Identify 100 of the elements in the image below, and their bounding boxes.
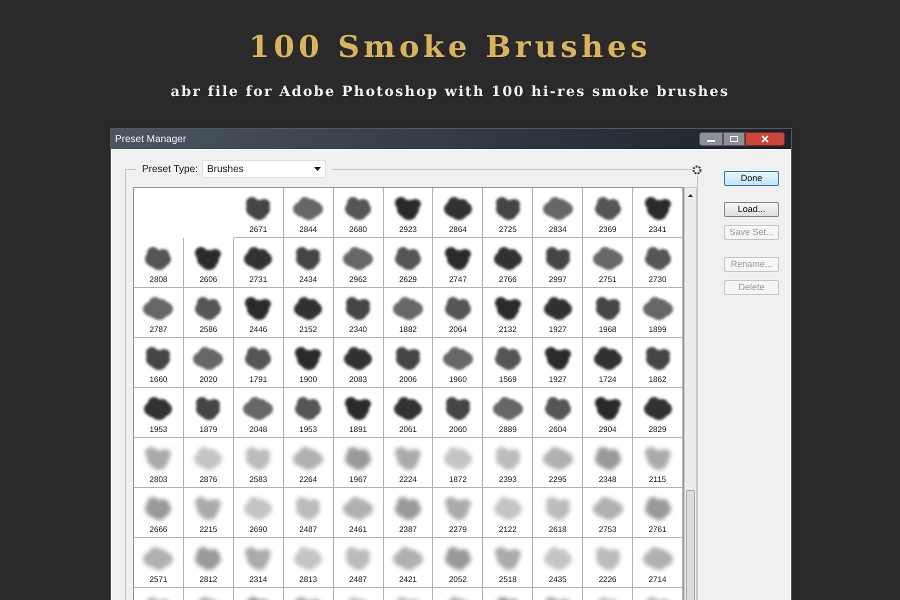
brush-preset[interactable]: 2671 (234, 188, 284, 238)
minimize-icon[interactable] (699, 132, 723, 146)
brush-preset[interactable]: 1891 (334, 388, 384, 438)
brush-preset[interactable]: 2761 (633, 488, 683, 538)
brush-preset[interactable]: 2446 (234, 288, 284, 338)
brush-preset[interactable]: 2048 (234, 388, 284, 438)
brush-preset[interactable]: 2152 (284, 288, 334, 338)
close-icon[interactable] (745, 132, 785, 146)
brush-preset[interactable]: 2766 (483, 238, 534, 288)
brush-preset[interactable]: 2487 (284, 488, 334, 538)
brush-preset[interactable]: 2586 (184, 288, 234, 338)
brush-preset[interactable]: 2997 (533, 238, 584, 288)
brush-preset[interactable]: 2751 (583, 238, 634, 288)
brush-preset[interactable]: 2844 (284, 188, 334, 238)
brush-preset[interactable]: 2115 (633, 438, 683, 488)
brush-preset[interactable]: 2052 (433, 538, 484, 588)
brush-preset[interactable]: 2387 (384, 488, 434, 538)
brush-preset[interactable]: 1569 (483, 338, 534, 388)
brush-preset[interactable]: 2421 (384, 538, 434, 588)
brush-size-label: 2446 (249, 325, 268, 335)
brush-preset[interactable]: 2747 (433, 238, 484, 288)
scroll-up-icon[interactable] (688, 194, 693, 197)
brush-preset[interactable]: 2829 (633, 388, 683, 438)
brush-preset[interactable]: 2680 (334, 188, 384, 238)
brush-preset[interactable]: 2369 (583, 188, 634, 238)
brush-preset[interactable]: 2864 (433, 188, 484, 238)
brush-preset[interactable]: 2730 (633, 238, 683, 288)
brush-preset[interactable]: 2224 (384, 438, 434, 488)
brush-preset[interactable]: 2340 (334, 288, 384, 338)
dialog-button[interactable]: Done (724, 171, 779, 186)
brush-preset[interactable]: 1953 (284, 388, 334, 438)
brush-preset[interactable]: 2923 (384, 188, 434, 238)
preset-type-select[interactable]: Brushes (202, 160, 326, 178)
brush-preset[interactable]: 2264 (284, 438, 334, 488)
brush-preset[interactable]: 1900 (284, 338, 334, 388)
brush-preset[interactable]: 2064 (433, 288, 484, 338)
brush-size-label: 2060 (448, 425, 467, 435)
maximize-icon[interactable] (723, 132, 745, 146)
dialog-button[interactable]: Load... (724, 202, 779, 217)
brush-preset[interactable]: 1872 (433, 438, 484, 488)
brush-preset[interactable]: 1953 (134, 388, 184, 438)
brush-preset[interactable]: 2962 (334, 238, 384, 288)
brush-preset[interactable]: 2604 (533, 388, 584, 438)
brush-preset[interactable]: 2020 (184, 338, 234, 388)
brush-preset[interactable]: 2787 (134, 288, 184, 338)
brush-preset[interactable]: 2813 (284, 538, 334, 588)
gear-icon[interactable] (691, 164, 703, 176)
brush-preset[interactable]: 2215 (184, 488, 234, 538)
brush-preset[interactable]: 2132 (483, 288, 534, 338)
brush-preset[interactable]: 2393 (483, 438, 534, 488)
brush-preset[interactable]: 2583 (234, 438, 284, 488)
scroll-thumb[interactable] (686, 490, 695, 600)
brush-preset[interactable]: 2461 (334, 488, 384, 538)
brush-preset[interactable]: 2812 (184, 538, 234, 588)
brush-preset[interactable]: 2618 (533, 488, 584, 538)
brush-preset[interactable]: 2876 (184, 438, 234, 488)
brush-preset[interactable]: 2487 (334, 538, 384, 588)
brush-preset[interactable]: 1879 (184, 388, 234, 438)
brush-preset[interactable]: 2295 (533, 438, 584, 488)
brush-preset[interactable]: 1968 (583, 288, 634, 338)
brush-preset[interactable]: 2629 (384, 238, 434, 288)
brush-preset[interactable]: 1882 (384, 288, 434, 338)
brush-preset[interactable]: 2083 (334, 338, 384, 388)
brush-preset[interactable]: 2666 (134, 488, 184, 538)
brush-preset[interactable]: 2435 (533, 538, 584, 588)
brush-preset[interactable]: 1967 (334, 438, 384, 488)
brush-preset[interactable]: 1960 (433, 338, 484, 388)
brush-preset[interactable]: 2803 (134, 438, 184, 488)
brush-preset[interactable]: 2904 (583, 388, 634, 438)
brush-preset[interactable]: 2753 (583, 488, 634, 538)
brush-preset[interactable]: 1899 (633, 288, 683, 338)
scrollbar[interactable] (684, 187, 697, 600)
brush-preset[interactable]: 2279 (433, 488, 484, 538)
brush-preset[interactable]: 2060 (433, 388, 484, 438)
brush-preset[interactable]: 2725 (483, 188, 534, 238)
brush-preset[interactable]: 1927 (533, 288, 584, 338)
brush-preset[interactable]: 2122 (483, 488, 534, 538)
brush-preset[interactable]: 2348 (583, 438, 634, 488)
brush-preset[interactable]: 2341 (633, 188, 683, 238)
brush-preset[interactable]: 2314 (234, 538, 284, 588)
brush-preset[interactable]: 1791 (234, 338, 284, 388)
brush-size-label: 1724 (598, 375, 616, 385)
brush-preset[interactable]: 2571 (134, 538, 184, 588)
brush-preset[interactable]: 1660 (134, 338, 184, 388)
brush-preset[interactable]: 2889 (483, 388, 534, 438)
brush-preset[interactable]: 2226 (583, 538, 634, 588)
brush-preset[interactable]: 2690 (234, 488, 284, 538)
brush-preset[interactable]: 2061 (384, 388, 434, 438)
brush-preset[interactable]: 2808 (134, 238, 184, 288)
brush-preset[interactable]: 2834 (533, 188, 584, 238)
brush-preset[interactable]: 2434 (284, 238, 334, 288)
brush-preset[interactable]: 2006 (384, 338, 434, 388)
brush-preset[interactable]: 1862 (633, 338, 683, 388)
brush-preset[interactable]: 1724 (583, 338, 634, 388)
brush-preset[interactable]: 2606 (184, 238, 234, 288)
brush-size-label: 1967 (349, 475, 367, 485)
brush-preset[interactable]: 2731 (234, 238, 284, 288)
brush-preset[interactable]: 2518 (483, 538, 534, 588)
brush-preset[interactable]: 1927 (533, 338, 584, 388)
brush-preset[interactable]: 2714 (633, 538, 683, 588)
